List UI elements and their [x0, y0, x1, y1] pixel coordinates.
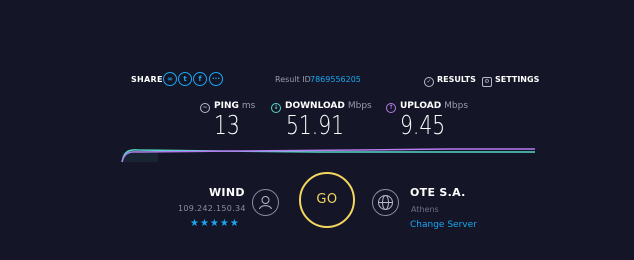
- change-server-link[interactable]: Change Server: [410, 220, 477, 230]
- globe-icon: [372, 189, 399, 216]
- user-icon: [252, 189, 279, 216]
- share-label: SHARE: [131, 75, 163, 84]
- download-label: DOWNLOAD: [285, 101, 345, 111]
- facebook-icon[interactable]: f: [193, 72, 207, 86]
- go-button[interactable]: GO: [299, 172, 355, 228]
- upload-unit: Mbps: [444, 101, 469, 111]
- isp-ip: 109.242.150.34: [178, 204, 246, 213]
- link-icon[interactable]: ∞: [163, 72, 177, 86]
- gear-icon: ⚙: [482, 77, 492, 87]
- results-button[interactable]: ✓ RESULTS: [424, 75, 476, 87]
- upload-value: 9.45: [400, 111, 446, 141]
- results-label: RESULTS: [437, 75, 476, 84]
- result-id-link[interactable]: 7869556205: [310, 75, 361, 84]
- download-unit: Mbps: [347, 101, 372, 111]
- ping-icon: ~: [200, 103, 210, 113]
- settings-label: SETTINGS: [495, 75, 540, 84]
- twitter-icon[interactable]: t: [178, 72, 192, 86]
- server-name: OTE S.A.: [410, 186, 466, 199]
- upload-icon: ↑: [386, 103, 396, 113]
- ping-label: PING: [214, 101, 239, 111]
- server-location: Athens: [411, 205, 439, 214]
- settings-button[interactable]: ⚙ SETTINGS: [482, 75, 539, 87]
- upload-speed-line: [121, 148, 535, 163]
- speed-graph: [121, 148, 535, 163]
- more-icon[interactable]: ···: [209, 72, 223, 86]
- ping-unit: ms: [241, 101, 256, 111]
- download-value: 51.91: [286, 111, 345, 141]
- check-icon: ✓: [424, 77, 434, 87]
- ping-value: 13: [214, 111, 240, 141]
- result-id-label: Result ID: [275, 75, 311, 84]
- isp-name: WIND: [209, 186, 245, 199]
- download-icon: ↓: [271, 103, 281, 113]
- upload-label: UPLOAD: [400, 101, 442, 111]
- isp-rating-stars[interactable]: ★★★★★: [190, 218, 240, 229]
